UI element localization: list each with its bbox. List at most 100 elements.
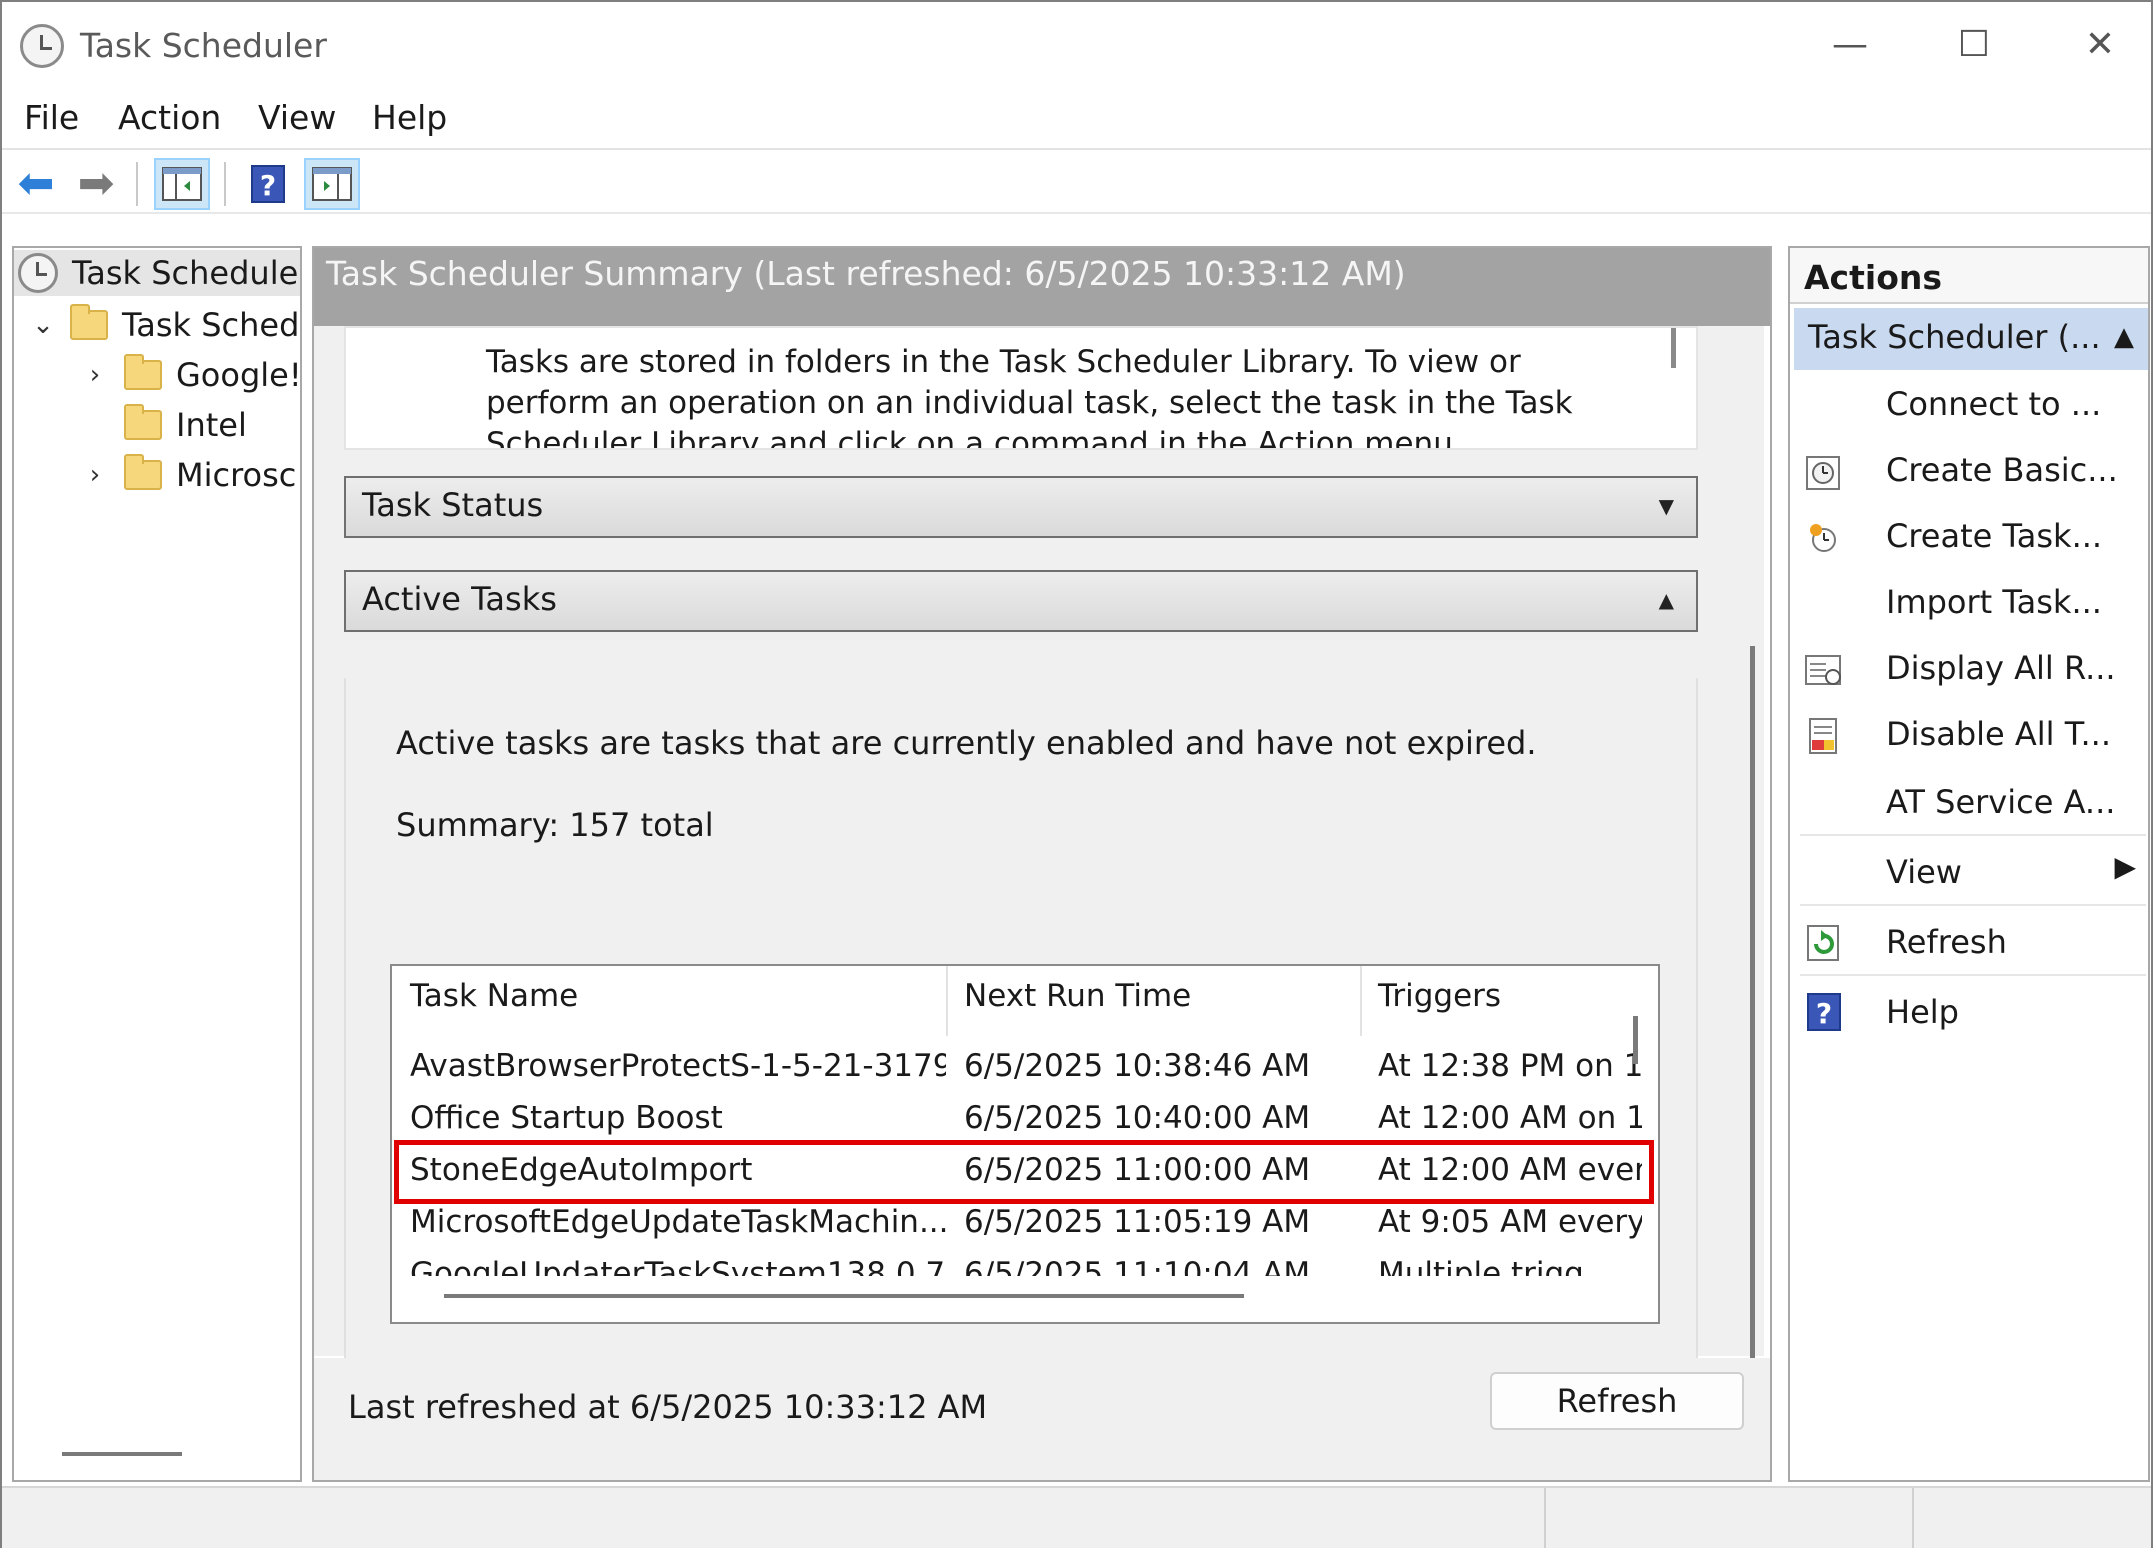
tree-item-task-scheduler-library[interactable]: ⌄ Task Sched (14, 302, 299, 348)
horizontal-scrollbar[interactable] (62, 1452, 182, 1456)
status-bar (2, 1486, 2151, 1548)
folder-icon (124, 454, 162, 490)
library-folder-clock-icon (70, 304, 108, 340)
active-tasks-summary: Summary: 157 total (396, 806, 714, 844)
summary-vertical-scrollbar[interactable] (1750, 646, 1755, 1406)
forward-button[interactable]: ➡ (68, 158, 124, 210)
cell-task-name: GoogleUpdaterTaskSystem138.0.71... (410, 1256, 946, 1276)
window-title: Task Scheduler (80, 26, 327, 65)
create-basic-task-icon (1804, 452, 1844, 492)
active-tasks-section-header[interactable]: Active Tasks ▲ (344, 570, 1698, 632)
cell-task-name: AvastBrowserProtectS-1-5-21-3179... (410, 1048, 946, 1084)
cell-next-run-time: 6/5/2025 11:10:04 AM (964, 1256, 1311, 1276)
summary-header: Task Scheduler Summary (Last refreshed: … (314, 248, 1770, 326)
close-button[interactable]: ✕ (2070, 20, 2130, 70)
menu-help[interactable]: Help (372, 98, 447, 137)
action-create-basic-task[interactable]: Create Basic... (1800, 440, 2146, 502)
active-tasks-table: Task Name Next Run Time Triggers AvastBr… (390, 964, 1660, 1324)
chevron-right-icon[interactable]: › (80, 360, 110, 390)
maximize-button[interactable]: ☐ (1944, 20, 2004, 70)
action-view[interactable]: View ▶ (1800, 840, 2146, 906)
help-icon: ? (1804, 992, 1844, 1032)
action-refresh[interactable]: Refresh (1800, 910, 2146, 976)
cell-task-name: Office Startup Boost (410, 1100, 723, 1136)
actions-group-label: Task Scheduler (... (1808, 318, 2101, 356)
action-label: Disable All T... (1886, 715, 2111, 753)
table-row[interactable]: GoogleUpdaterTaskSystem138.0.71... 6/5/2… (392, 1248, 1642, 1276)
action-label: AT Service A... (1886, 783, 2116, 821)
column-header-triggers[interactable]: Triggers (1360, 978, 1501, 1028)
menu-file[interactable]: File (24, 98, 79, 137)
task-scheduler-clock-icon (20, 24, 64, 68)
table-row[interactable]: Office Startup Boost 6/5/2025 10:40:00 A… (392, 1092, 1642, 1144)
submenu-arrow-icon: ▶ (2114, 850, 2136, 883)
table-vertical-scrollbar[interactable] (1633, 1016, 1638, 1064)
back-arrow-icon: ⬅ (17, 158, 55, 209)
back-button[interactable]: ⬅ (8, 158, 64, 210)
tree-item-task-scheduler-local[interactable]: Task Scheduler (14, 250, 300, 296)
create-task-icon (1804, 518, 1844, 558)
chevron-right-icon[interactable]: › (80, 460, 110, 490)
tree-item-intel[interactable]: Intel (14, 402, 247, 448)
summary-body: Tasks are stored in folders in the Task … (314, 326, 1764, 1406)
overview-text: Tasks are stored in folders in the Task … (486, 344, 1573, 450)
tree-item-label: Microsc (176, 456, 297, 494)
folder-icon (124, 354, 162, 390)
toolbar-separator (224, 162, 226, 206)
summary-footer: Last refreshed at 6/5/2025 10:33:12 AM R… (314, 1358, 1770, 1480)
task-scheduler-clock-icon (18, 253, 58, 293)
action-at-service-account[interactable]: AT Service A... (1800, 770, 2146, 836)
column-header-next-run-time[interactable]: Next Run Time (946, 978, 1191, 1028)
help-toolbar-button[interactable]: ? (240, 158, 296, 210)
show-hide-action-pane-button[interactable] (304, 158, 360, 210)
display-running-tasks-icon (1804, 650, 1844, 690)
task-status-section-header[interactable]: Task Status ▼ (344, 476, 1698, 538)
menu-view[interactable]: View (258, 98, 336, 137)
menu-bar: File Action View Help (2, 90, 2151, 150)
action-label: View (1886, 853, 1962, 891)
show-hide-console-tree-button[interactable] (154, 158, 210, 210)
help-icon: ? (251, 165, 285, 203)
section-title: Active Tasks (362, 580, 557, 618)
show-hide-action-pane-icon (312, 167, 352, 201)
collapse-caret-icon: ▲ (2114, 322, 2134, 352)
action-display-all-running-tasks[interactable]: Display All R... (1800, 638, 2146, 700)
actions-title: Actions (1790, 248, 2148, 304)
summary-pane: Task Scheduler Summary (Last refreshed: … (312, 246, 1772, 1482)
tree-item-google[interactable]: › Google! (14, 352, 302, 398)
column-header-task-name[interactable]: Task Name (392, 978, 578, 1028)
action-help[interactable]: ? Help (1800, 980, 2146, 1046)
status-divider (1912, 1488, 1914, 1548)
menu-action[interactable]: Action (118, 98, 221, 137)
overview-scrollbar[interactable] (1671, 328, 1676, 368)
refresh-button[interactable]: Refresh (1490, 1372, 1744, 1430)
svg-text:?: ? (260, 169, 276, 202)
cell-triggers: At 9:05 AM every d (1378, 1204, 1642, 1240)
active-tasks-description: Active tasks are tasks that are currentl… (396, 724, 1537, 762)
tree-item-microsoft[interactable]: › Microsc (14, 452, 296, 498)
section-title: Task Status (362, 486, 544, 524)
minimize-button[interactable]: — (1820, 20, 1880, 70)
status-divider (1544, 1488, 1546, 1548)
actions-group-header[interactable]: Task Scheduler (... ▲ (1794, 308, 2148, 370)
svg-text:?: ? (1816, 997, 1832, 1030)
action-import-task[interactable]: Import Task... (1800, 572, 2146, 634)
overview-box: Tasks are stored in folders in the Task … (344, 326, 1698, 450)
table-horizontal-scrollbar[interactable] (444, 1294, 1244, 1298)
chevron-down-icon[interactable]: ⌄ (28, 310, 58, 340)
action-connect[interactable]: Connect to ... (1800, 374, 2146, 436)
table-row[interactable]: AvastBrowserProtectS-1-5-21-3179... 6/5/… (392, 1040, 1642, 1092)
action-label: Display All R... (1886, 649, 2116, 687)
action-disable-all-tasks-history[interactable]: Disable All T... (1800, 704, 2146, 766)
action-create-task[interactable]: Create Task... (1800, 506, 2146, 568)
cell-next-run-time: 6/5/2025 10:38:46 AM (964, 1048, 1311, 1084)
highlight-box (394, 1140, 1654, 1204)
tree-item-label: Intel (176, 406, 247, 444)
show-hide-console-tree-icon (162, 167, 202, 201)
task-scheduler-window: Task Scheduler — ☐ ✕ File Action View He… (0, 0, 2153, 1548)
cell-task-name: MicrosoftEdgeUpdateTaskMachin... (410, 1204, 946, 1240)
cell-triggers: At 12:00 AM on 1/ (1378, 1100, 1642, 1136)
tree-item-label: Google! (176, 356, 302, 394)
active-tasks-panel: Active tasks are tasks that are currentl… (344, 678, 1698, 1370)
action-label: Create Task... (1886, 517, 2103, 555)
